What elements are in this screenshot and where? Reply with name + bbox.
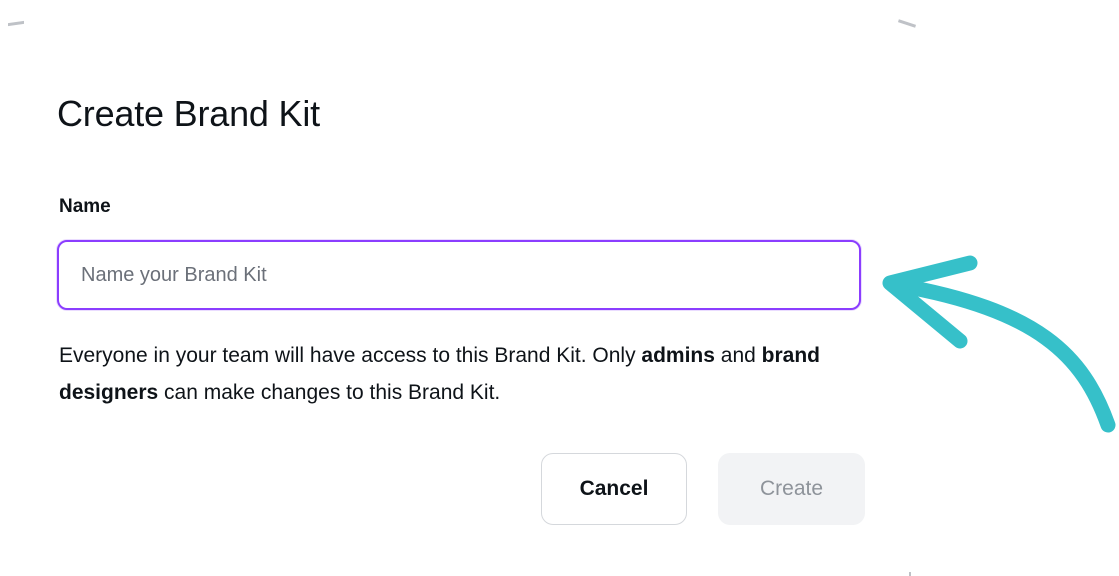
help-text-part1: Everyone in your team will have access t…: [59, 344, 642, 367]
brand-kit-name-input[interactable]: [57, 240, 861, 310]
screenshot-canvas: Create Brand Kit Name Everyone in your t…: [0, 0, 1119, 576]
dialog-title: Create Brand Kit: [57, 93, 320, 134]
create-button[interactable]: Create: [718, 453, 865, 525]
access-help-text: Everyone in your team will have access t…: [59, 337, 859, 411]
corner-mark-top-right: [897, 19, 917, 28]
help-text-admins: admins: [641, 344, 715, 367]
name-field-label: Name: [59, 196, 111, 217]
corner-mark-bottom-right: [909, 572, 911, 576]
cancel-button[interactable]: Cancel: [541, 453, 687, 525]
create-brand-kit-dialog: Create Brand Kit Name Everyone in your t…: [57, 60, 865, 540]
corner-mark-top-left: [8, 20, 24, 27]
help-text-part3: can make changes to this Brand Kit.: [158, 381, 501, 404]
help-text-part2: and: [714, 344, 762, 367]
curved-arrow-icon: [882, 255, 1116, 433]
